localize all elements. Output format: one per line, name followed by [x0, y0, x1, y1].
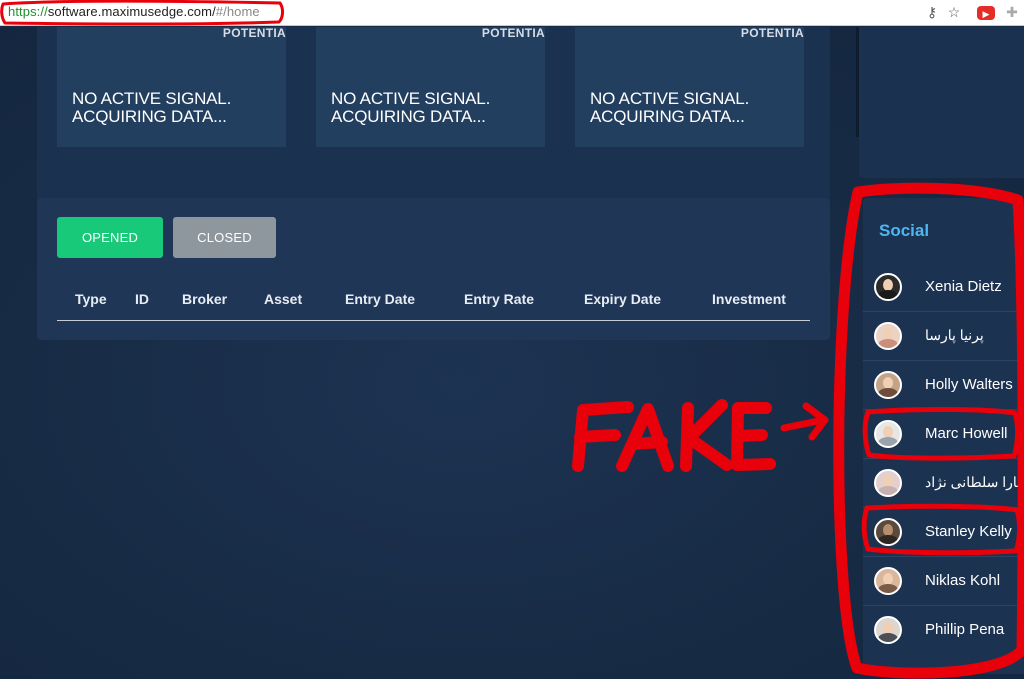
- url-host: software.maximusedge.com/: [47, 4, 216, 19]
- signal-label: POTENTIA: [222, 27, 286, 40]
- social-user-item[interactable]: Holly Walters: [863, 361, 1024, 410]
- social-user-item[interactable]: Phillip Pena: [863, 606, 1024, 655]
- social-user-item[interactable]: Niklas Kohl: [863, 557, 1024, 606]
- column-header[interactable]: ID: [135, 291, 149, 307]
- signal-label: POTENTIA: [481, 27, 545, 40]
- extension-icon[interactable]: ✚: [1004, 4, 1020, 20]
- avatar: [874, 616, 902, 644]
- social-user-name: Holly Walters: [925, 376, 1013, 393]
- address-bar[interactable]: https://software.maximusedge.com/#/home: [8, 4, 260, 19]
- column-header[interactable]: Expiry Date: [584, 291, 661, 307]
- signals-panel: POTENTIA NO ACTIVE SIGNAL. ACQUIRING DAT…: [37, 27, 861, 204]
- social-user-item[interactable]: Stanley Kelly: [863, 508, 1024, 557]
- url-hash: #/home: [215, 4, 260, 19]
- closed-tab-button[interactable]: CLOSED: [173, 217, 276, 258]
- star-icon[interactable]: ☆: [946, 4, 962, 20]
- social-user-item[interactable]: سارا سلطانی نژاد: [863, 459, 1024, 508]
- column-header[interactable]: Broker: [182, 291, 227, 307]
- avatar: [874, 420, 902, 448]
- app-viewport: POTENTIA NO ACTIVE SIGNAL. ACQUIRING DAT…: [0, 27, 1024, 679]
- avatar: [874, 371, 902, 399]
- avatar: [874, 273, 902, 301]
- signal-card: POTENTIA NO ACTIVE SIGNAL. ACQUIRING DAT…: [575, 27, 804, 147]
- opened-tab-button[interactable]: OPENED: [57, 217, 163, 258]
- url-scheme: https://: [8, 4, 48, 19]
- signal-message: NO ACTIVE SIGNAL. ACQUIRING DATA...: [72, 89, 232, 126]
- social-user-name: پرنیا پارسا: [925, 327, 984, 343]
- social-title: Social: [879, 221, 930, 240]
- social-user-item[interactable]: Marc Howell: [863, 410, 1024, 459]
- social-user-name: Marc Howell: [925, 425, 1008, 442]
- avatar: [874, 322, 902, 350]
- social-user-name: سارا سلطانی نژاد: [925, 474, 1024, 490]
- key-icon[interactable]: ⚷: [924, 4, 940, 20]
- social-user-item[interactable]: Xenia Dietz: [863, 263, 1024, 312]
- social-panel: Social Xenia Dietz پرنیا پارسا Holly Wal…: [863, 198, 1024, 674]
- youtube-icon[interactable]: ▶: [977, 6, 995, 20]
- column-header[interactable]: Entry Rate: [464, 291, 534, 307]
- signal-message: NO ACTIVE SIGNAL. ACQUIRING DATA...: [331, 89, 491, 126]
- browser-toolbar: https://software.maximusedge.com/#/home …: [0, 0, 1024, 26]
- avatar: [874, 469, 902, 497]
- column-header[interactable]: Investment: [712, 291, 786, 307]
- social-user-name: Phillip Pena: [925, 621, 1005, 638]
- social-user-name: Xenia Dietz: [925, 278, 1002, 295]
- social-user-name: Stanley Kelly: [925, 523, 1012, 540]
- social-user-item[interactable]: پرنیا پارسا: [863, 312, 1024, 361]
- trades-panel: OPENED CLOSED Type ID Broker Asset Entry…: [37, 198, 830, 340]
- right-top-panel: [859, 27, 1024, 178]
- avatar: [874, 567, 902, 595]
- column-header[interactable]: Entry Date: [345, 291, 415, 307]
- column-header[interactable]: Asset: [264, 291, 302, 307]
- signal-card: POTENTIA NO ACTIVE SIGNAL. ACQUIRING DAT…: [316, 27, 545, 147]
- avatar: [874, 518, 902, 546]
- trades-table-header: Type ID Broker Asset Entry Date Entry Ra…: [57, 291, 810, 321]
- social-user-name: Niklas Kohl: [925, 572, 1001, 589]
- column-header[interactable]: Type: [75, 291, 107, 307]
- signal-message: NO ACTIVE SIGNAL. ACQUIRING DATA...: [590, 89, 750, 126]
- signal-card: POTENTIA NO ACTIVE SIGNAL. ACQUIRING DAT…: [57, 27, 286, 147]
- signal-label: POTENTIA: [740, 27, 804, 40]
